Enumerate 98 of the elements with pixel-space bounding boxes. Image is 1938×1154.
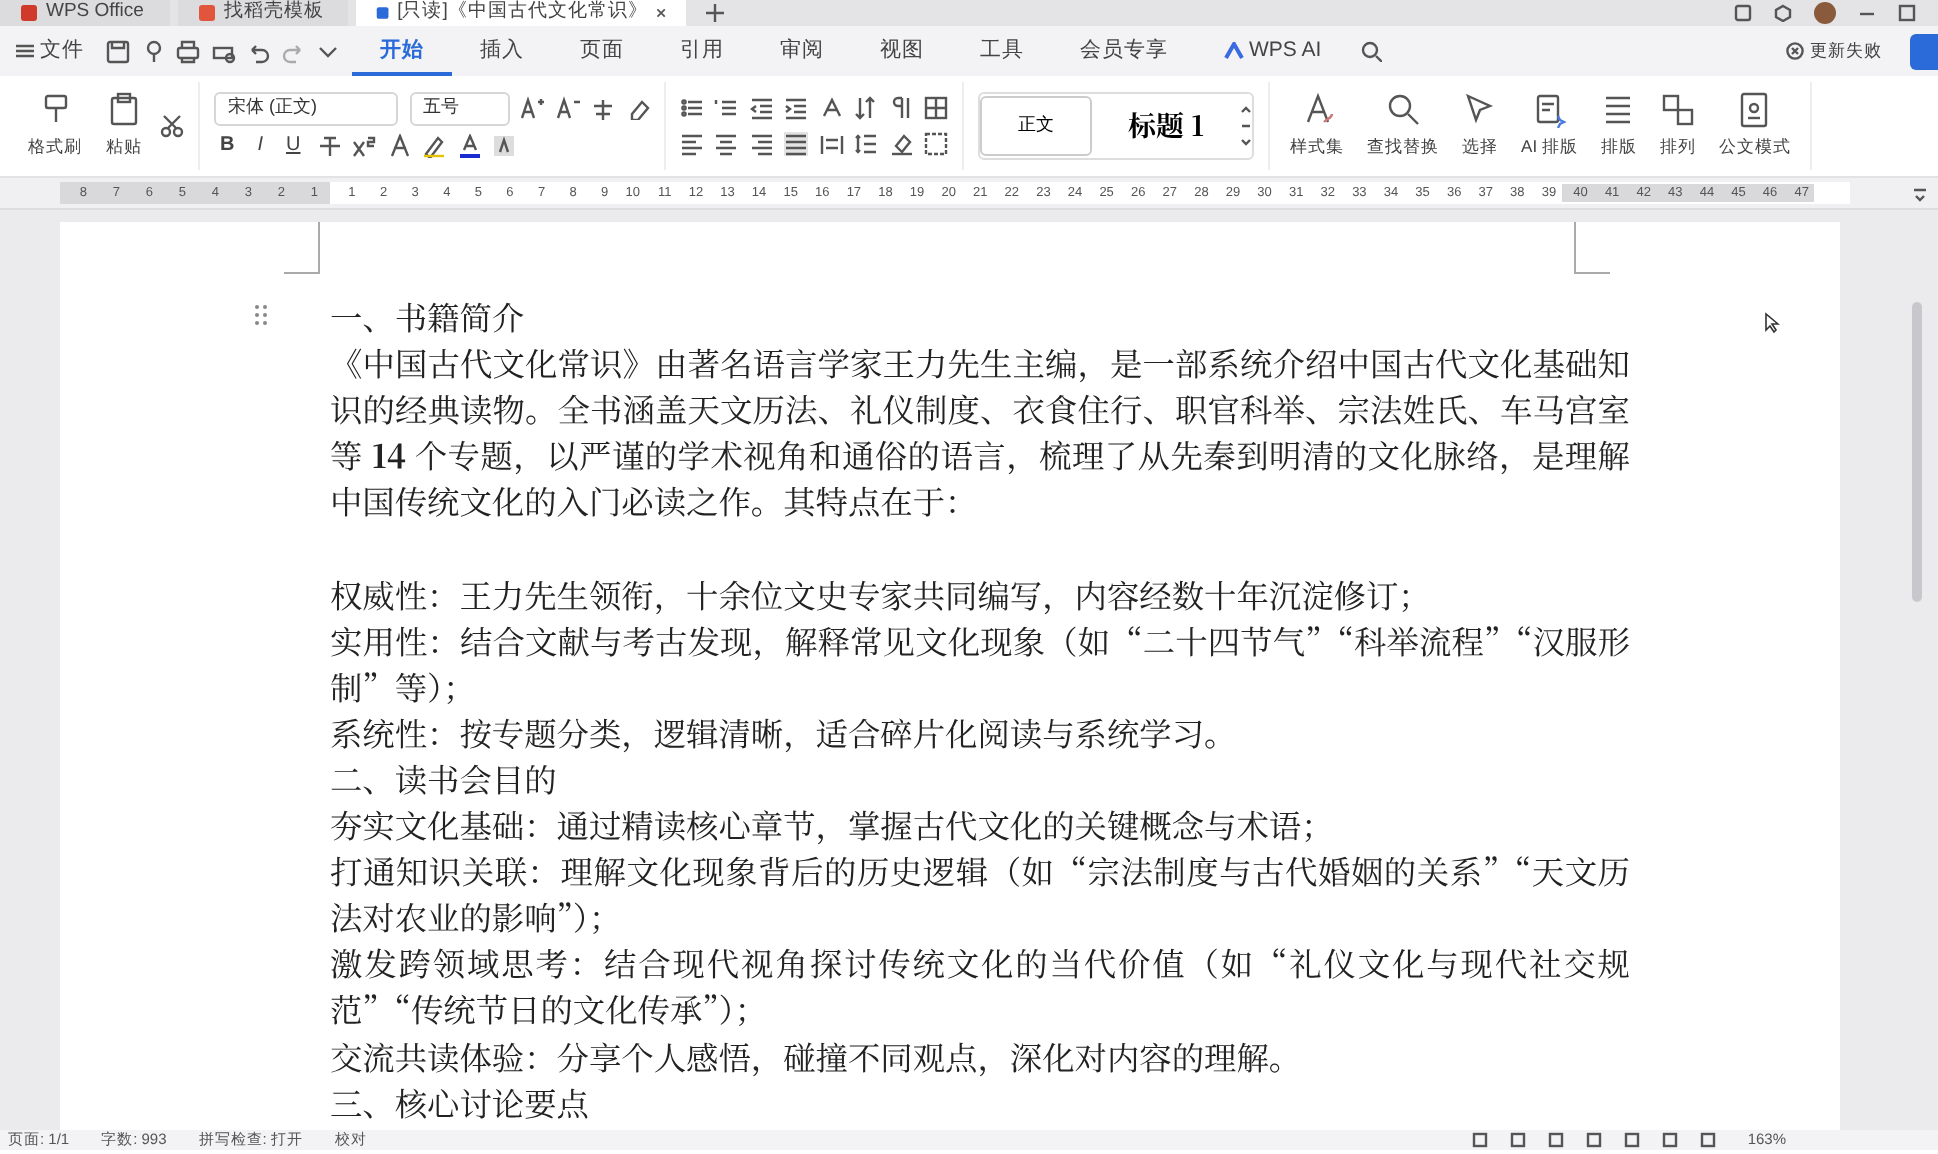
toolbar-button[interactable]: 格式刷 xyxy=(22,92,88,160)
mouse-pointer-icon xyxy=(1764,312,1780,334)
align-right-icon[interactable] xyxy=(749,131,773,156)
update-status-button[interactable]: 更新失败 xyxy=(1758,26,1910,76)
decrease-indent-icon[interactable] xyxy=(749,96,773,121)
distributed-icon[interactable] xyxy=(819,131,843,156)
undo-icon[interactable] xyxy=(246,39,271,63)
toolbar-button[interactable]: 公文模式 xyxy=(1712,92,1797,160)
font-size-dropdown[interactable]: 五号 xyxy=(409,91,509,126)
sort-icon[interactable] xyxy=(854,96,878,121)
toolbar-button[interactable]: 排版 xyxy=(1594,92,1643,160)
a-logo-icon xyxy=(1223,42,1244,60)
border-icon[interactable] xyxy=(924,131,948,156)
document-tab[interactable]: WPS Office xyxy=(0,0,170,26)
cube-icon[interactable] xyxy=(1774,4,1792,22)
toolbar-button[interactable]: 排列 xyxy=(1653,92,1702,160)
justify-icon[interactable] xyxy=(784,131,808,156)
scrollbar-thumb[interactable] xyxy=(1912,302,1922,602)
document-paragraph: 《中国古代文化常识》由著名语言学家王力先生主编，是一部系统介绍中国古代文化基础知识的经典读物。全书涵盖天文历法、礼仪制度、衣食住行、职官科举、宗法姓氏、车马宫室等 14 个专题，以严谨的学术视角和通俗的语言，梳理了从先秦到明清的文化脉络，是理解中国传统文化的入门必读之作。其特点在于： xyxy=(330,340,1630,525)
plus-icon[interactable] xyxy=(705,4,723,22)
shrink-font-icon[interactable] xyxy=(555,96,579,121)
clipboard-icon xyxy=(106,92,142,129)
show-marks-icon[interactable] xyxy=(889,96,913,121)
menu-tab[interactable]: 会员专享 xyxy=(1051,26,1196,76)
share-button[interactable] xyxy=(1910,33,1938,69)
search-icon xyxy=(1385,92,1422,129)
document-tab[interactable]: 找稻壳模板 xyxy=(178,0,348,26)
table-borders-icon[interactable] xyxy=(924,96,948,121)
margin-corner-mark xyxy=(1574,222,1610,274)
menu-tab[interactable]: 工具 xyxy=(951,26,1052,76)
toolbar-button[interactable]: 查找替换 xyxy=(1361,92,1446,160)
overlapping-squares-icon xyxy=(1659,92,1696,129)
document-paragraph: 打通知识关联：理解文化现象背后的历史逻辑（如“宗法制度与古代婚姻的关系”“天文历法对农业的影响”）； xyxy=(330,848,1630,941)
shading-icon[interactable] xyxy=(889,131,913,156)
tab-label: [只读]《中国古代文化常识》 xyxy=(397,0,648,27)
text-effect-icon[interactable] xyxy=(387,133,412,158)
increase-indent-icon[interactable] xyxy=(784,96,808,121)
grow-font-icon[interactable] xyxy=(520,96,544,121)
toolbar-button[interactable]: 选择 xyxy=(1456,92,1505,160)
document-paragraph: 实用性：结合文献与考古发现，解释常见文化现象（如“二十四节气”“科举流程”“汉服形制”等）； xyxy=(330,617,1630,710)
body-text-style[interactable]: 正文 xyxy=(980,96,1092,156)
align-center-icon[interactable] xyxy=(714,131,738,156)
superscript-icon[interactable] xyxy=(352,133,377,158)
menu-tab[interactable]: 开始 xyxy=(351,26,452,76)
numbered-list-icon[interactable] xyxy=(714,96,738,121)
tab-label: 找稻壳模板 xyxy=(224,0,324,27)
document-paragraph: 交流共读体验：分享个人感悟，碰撞不同观点，深化对内容的理解。 xyxy=(330,1033,1304,1080)
tab-label: WPS Office xyxy=(46,0,144,27)
drag-handle-icon[interactable] xyxy=(254,304,268,326)
font-color-icon[interactable] xyxy=(457,133,482,158)
eraser-icon[interactable] xyxy=(625,96,649,121)
document-sparkle-icon xyxy=(1531,92,1568,129)
close-icon[interactable] xyxy=(655,6,666,20)
align-left-icon[interactable] xyxy=(679,131,703,156)
template-icon xyxy=(198,4,216,22)
document-paragraph: 三、核心讨论要点 xyxy=(330,1079,591,1126)
document-paragraph: 激发跨领域思考：结合现代视角探讨传统文化的当代价值（如“礼仪文化与现代社交规范”“传统节日的文化传承”）； xyxy=(330,940,1630,1033)
font-name-dropdown[interactable]: 宋体 (正文) xyxy=(214,91,398,126)
ruler-toggle-icon[interactable] xyxy=(1911,185,1927,201)
menu-tab[interactable]: 审阅 xyxy=(751,26,852,76)
document-seal-icon xyxy=(1736,92,1773,129)
toolbar-button[interactable]: 粘贴 xyxy=(100,92,148,160)
app-logo-icon xyxy=(20,4,38,22)
menu-icon xyxy=(16,42,34,60)
scissors-icon[interactable] xyxy=(160,114,184,138)
strikethrough-icon[interactable] xyxy=(317,133,342,158)
menu-tab[interactable]: 视图 xyxy=(851,26,952,76)
pin-icon[interactable] xyxy=(141,39,166,63)
document-paragraph: 权威性：王力先生领衔，十余位文史专家共同编写，内容经数十年沉淀修订； xyxy=(330,567,1433,618)
document-paragraph: 一、书籍简介 xyxy=(330,294,1630,341)
avatar-circle[interactable] xyxy=(1814,2,1836,24)
bold-button[interactable]: B xyxy=(214,130,241,161)
document-paragraph: 夯实文化基础：通过精读核心章节，掌握古代文化的关键概念与术语； xyxy=(330,802,1336,849)
word-document-icon xyxy=(376,4,390,22)
bullet-list-icon[interactable] xyxy=(679,96,703,121)
line-spacing-icon[interactable] xyxy=(854,131,878,156)
maximize-icon[interactable] xyxy=(1898,4,1916,22)
menu-tab[interactable]: WPS AI xyxy=(1195,26,1350,76)
menu-tab[interactable]: 引用 xyxy=(651,26,752,76)
search-icon[interactable] xyxy=(1360,40,1383,62)
underline-button[interactable]: U xyxy=(280,130,307,161)
menu-tab[interactable]: 页面 xyxy=(551,26,652,76)
close-circle-icon xyxy=(1786,42,1805,60)
document-tab[interactable]: [只读]《中国古代文化常识》 xyxy=(356,0,686,26)
toolbar-button[interactable]: AI 排版 xyxy=(1515,92,1584,160)
menu-tab[interactable]: 插入 xyxy=(451,26,552,76)
character-shading-icon[interactable] xyxy=(492,133,517,158)
square-icon[interactable] xyxy=(1734,4,1752,22)
margin-corner-mark xyxy=(284,222,320,274)
document-paragraph: 二、读书会目的 xyxy=(330,755,559,803)
scroll-arrows-icon[interactable] xyxy=(1240,104,1253,148)
toolbar-button[interactable]: 样式集 xyxy=(1284,92,1351,160)
save-icon[interactable] xyxy=(106,39,131,63)
document-paragraph: 系统性：按专题分类，逻辑清晰，适合碎片化阅读与系统学习。 xyxy=(330,709,1239,756)
print-icon[interactable] xyxy=(176,39,201,63)
italic-button[interactable]: I xyxy=(251,130,270,161)
file-menu[interactable]: 文件 xyxy=(4,26,96,76)
highlighter-icon[interactable] xyxy=(422,133,447,158)
